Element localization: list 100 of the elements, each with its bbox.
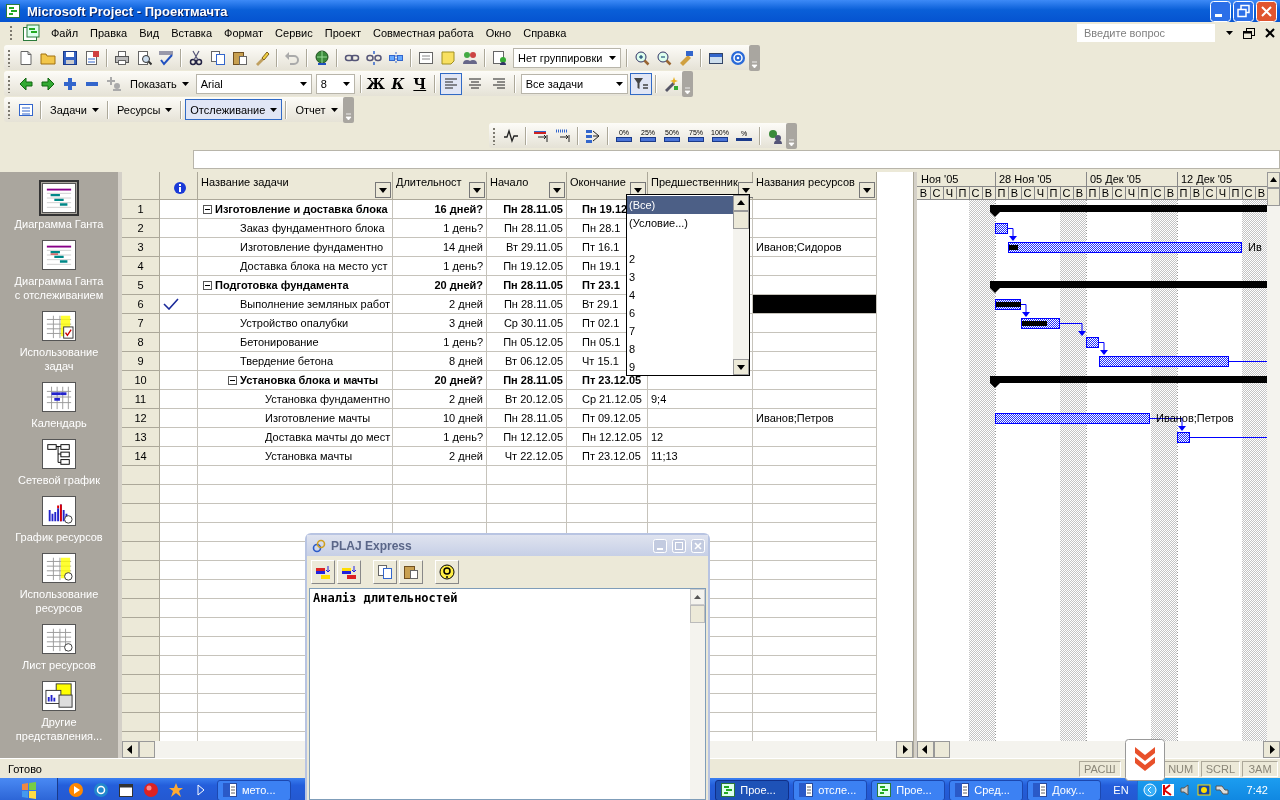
day-label: Ч	[1036, 187, 1045, 199]
menu-item[interactable]: Файл	[45, 24, 85, 42]
week-label: Ноя '05	[921, 173, 959, 185]
row-number: 12	[122, 409, 160, 428]
table-cell: Пн 19.12.05	[487, 257, 567, 276]
day-label: В	[1192, 187, 1201, 199]
taskbar-button[interactable]: Прое...	[871, 779, 946, 800]
day-label: Ч	[1127, 187, 1136, 199]
task-name: Изготовление мачты	[265, 412, 371, 424]
resource-label: Ив	[1248, 241, 1262, 253]
taskbar-button[interactable]: Прое...	[715, 779, 790, 800]
column-header[interactable]: Длительност	[393, 172, 487, 200]
day-label: П	[1049, 187, 1058, 199]
day-label: Ч	[1218, 187, 1227, 199]
week-label: 12 Дек '05	[1181, 173, 1233, 185]
view-menu-button[interactable]: Ресурсы	[111, 99, 178, 120]
row-number: 9	[122, 352, 160, 371]
menu-item[interactable]: Правка	[84, 24, 134, 42]
bold-button[interactable]: Ж	[364, 72, 387, 95]
menu-item[interactable]: Вид	[133, 24, 166, 42]
view-label: Диаграмма Ганта с отслеживанием	[13, 274, 105, 302]
taskbar-button[interactable]: Доку...	[1027, 779, 1102, 800]
view-label: Календарь	[30, 416, 88, 430]
view-menu-button[interactable]: Отчет	[290, 99, 343, 120]
status-text: Готово	[8, 762, 42, 775]
table-cell: Пн 28.11.05	[487, 295, 567, 314]
row-number: 13	[122, 428, 160, 447]
filter-option[interactable]: (Все)	[627, 196, 733, 214]
day-label: С	[971, 187, 980, 199]
day-label: В	[1166, 187, 1175, 199]
taskbar-button[interactable]: отсле...	[793, 779, 868, 800]
day-label: П	[1179, 187, 1188, 199]
taskbar-button[interactable]: Сред...	[949, 779, 1024, 800]
help-search-field[interactable]: Введите вопрос	[1077, 24, 1215, 42]
column-header[interactable]: Название задачи	[198, 172, 393, 200]
menu-item[interactable]: Окно	[479, 24, 518, 42]
table-cell: Пт 09.12.05	[567, 409, 648, 428]
menu-item[interactable]: Совместная работа	[367, 24, 480, 42]
filter-dropdown[interactable]: Все задачи	[520, 73, 628, 94]
grouping-dropdown[interactable]: Нет группировки	[513, 47, 621, 68]
table-cell: Чт 22.12.05	[487, 447, 567, 466]
row-number: 14	[122, 447, 160, 466]
column-header[interactable]: Названия ресурсов	[753, 172, 877, 200]
taskbar-button[interactable]: мето...	[217, 779, 291, 800]
view-label: Другие представления...	[14, 715, 104, 743]
task-name: Твердение бетона	[240, 355, 334, 367]
day-label: С	[1114, 187, 1123, 199]
task-name: Выполнение земляных работ	[240, 298, 391, 310]
task-name: Заказ фундаментного блока	[240, 222, 385, 234]
table-cell: Пн 28.11.05	[487, 200, 567, 219]
menu-item[interactable]: Сервис	[269, 24, 319, 42]
table-cell: 10 дней	[393, 409, 487, 428]
show-button[interactable]: Показать	[125, 73, 194, 94]
menu-item[interactable]: Справка	[517, 24, 573, 42]
table-cell: 11;13	[648, 447, 753, 466]
underline-button[interactable]: Ч	[408, 72, 431, 95]
view-label: Использование ресурсов	[18, 587, 100, 615]
font-size-dropdown[interactable]: 8	[315, 73, 355, 94]
task-name: Установка мачты	[265, 450, 353, 462]
row-number: 6	[122, 295, 160, 314]
day-label: С	[1205, 187, 1214, 199]
table-cell: 2 дней	[393, 447, 487, 466]
day-label: С	[1023, 187, 1032, 199]
table-cell: 16 дней?	[393, 200, 487, 219]
table-cell: Вт 29.11.05	[487, 238, 567, 257]
filter-dropdown-menu[interactable]: (Все) (Условие...) 2 3 4 6 7 8 9	[626, 194, 750, 376]
task-name: Изготовление и доставка блока	[215, 203, 388, 215]
table-cell: 20 дней?	[393, 276, 487, 295]
table-cell: 14 дней	[393, 238, 487, 257]
row-number: 1	[122, 200, 160, 219]
column-header[interactable]: Начало	[487, 172, 567, 200]
table-cell: Пн 28.11.05	[487, 276, 567, 295]
table-cell: 1 день?	[393, 219, 487, 238]
table-cell: Иванов;Петров	[753, 409, 877, 428]
row-number: 10	[122, 371, 160, 390]
italic-button[interactable]: К	[386, 72, 409, 95]
resource-label: Иванов;Петров	[1156, 412, 1234, 424]
row-number: 7	[122, 314, 160, 333]
menu-item[interactable]: Вставка	[165, 24, 218, 42]
table-cell: Пн 05.12.05	[487, 333, 567, 352]
language-indicator[interactable]: EN	[1113, 784, 1129, 796]
day-label: В	[1101, 187, 1110, 199]
menu-item[interactable]: Формат	[218, 24, 270, 42]
week-label: 28 Ноя '05	[999, 173, 1052, 185]
view-menu-button[interactable]: Отслеживание	[185, 99, 283, 120]
menu-item[interactable]: Проект	[318, 24, 367, 42]
row-number: 2	[122, 219, 160, 238]
view-label: Лист ресурсов	[21, 658, 97, 672]
day-label: Ч	[945, 187, 954, 199]
table-cell: Ср 21.12.05	[567, 390, 648, 409]
day-label: П	[958, 187, 967, 199]
task-name: Бетонирование	[240, 336, 319, 348]
table-cell: Пн 12.12.05	[567, 428, 648, 447]
task-name: Доставка блока на место уст	[240, 260, 388, 272]
view-menu-button[interactable]: Задачи	[45, 99, 104, 120]
column-header[interactable]: Окончание	[567, 172, 648, 200]
table-cell: Пн 12.12.05	[487, 428, 567, 447]
day-label: С	[1062, 187, 1071, 199]
font-dropdown[interactable]: Arial	[195, 73, 312, 94]
table-cell: Вт 20.12.05	[487, 390, 567, 409]
